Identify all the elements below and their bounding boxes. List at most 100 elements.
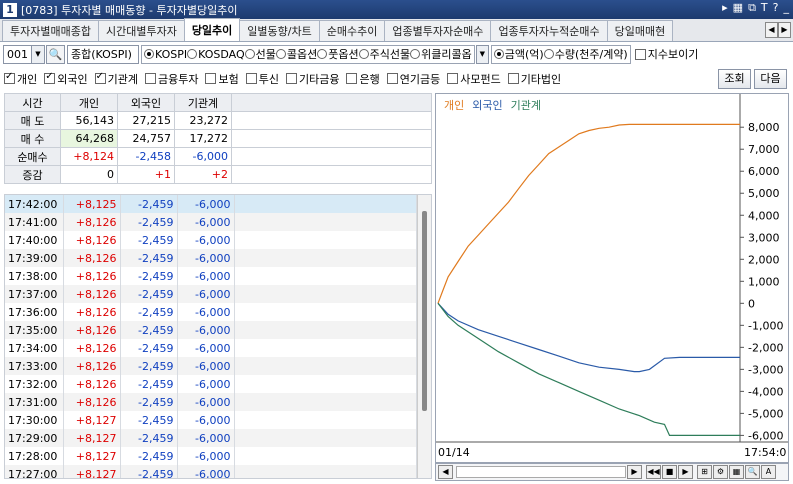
rewind-icon[interactable]: ◀◀ <box>646 465 661 479</box>
tab-1[interactable]: 시간대별투자자 <box>97 20 185 41</box>
investor-checkbox-4[interactable]: 보험 <box>205 71 239 87</box>
radio-dot[interactable] <box>244 49 255 59</box>
stop-icon[interactable]: ■ <box>662 465 677 479</box>
table-row[interactable]: 17:30:00 +8,127 -2,459 -6,000 <box>5 411 417 429</box>
checkbox[interactable] <box>285 73 297 84</box>
radio-radios1-6[interactable]: 위클리콜옵 <box>410 46 472 62</box>
checkbox[interactable] <box>245 73 257 84</box>
radio-dot[interactable] <box>493 49 504 59</box>
table-row[interactable]: 17:41:00 +8,126 -2,459 -6,000 <box>5 213 417 231</box>
table-row[interactable]: 17:37:00 +8,126 -2,459 -6,000 <box>5 285 417 303</box>
radio-dot[interactable] <box>410 49 421 59</box>
checkbox[interactable] <box>346 73 358 84</box>
investor-checkbox-7[interactable]: 은행 <box>346 71 380 87</box>
code-combo[interactable]: 001 ▼ <box>3 44 45 64</box>
tab-prev-icon[interactable]: ◀ <box>765 22 778 38</box>
table-row[interactable]: 17:36:00 +8,126 -2,459 -6,000 <box>5 303 417 321</box>
chevron-down-icon[interactable]: ▼ <box>476 45 488 63</box>
chart-scroll-right[interactable]: ▶ <box>627 465 642 479</box>
tab-4[interactable]: 순매수추이 <box>318 20 386 41</box>
radio-dot[interactable] <box>275 49 286 59</box>
copy-icon[interactable]: ⧉ <box>748 1 756 15</box>
investor-checkbox-8[interactable]: 연기금등 <box>386 71 440 87</box>
table-row[interactable]: 17:35:00 +8,126 -2,459 -6,000 <box>5 321 417 339</box>
search-icon[interactable]: 🔍 <box>46 44 65 64</box>
radio-dot[interactable] <box>317 49 328 59</box>
chevron-down-icon[interactable]: ▼ <box>31 45 44 63</box>
tab-6[interactable]: 업종투자자누적순매수 <box>490 20 608 41</box>
list-cell: -2,459 <box>120 285 178 303</box>
list-scrollbar[interactable] <box>417 195 431 478</box>
investor-checkbox-2[interactable]: 기관계 <box>94 71 138 87</box>
arrow-icon[interactable]: ▸ <box>722 1 728 15</box>
radio-dot[interactable] <box>187 49 198 59</box>
time-list[interactable]: 17:42:00 +8,125 -2,459 -6,000 17:41:00 +8,126… <box>4 194 432 479</box>
radio-dot[interactable] <box>144 49 154 59</box>
table-row[interactable]: 17:38:00 +8,126 -2,459 -6,000 <box>5 267 417 285</box>
radio-dot[interactable] <box>543 49 554 59</box>
list-cell-empty <box>234 339 417 357</box>
play-icon[interactable]: ▶ <box>678 465 693 479</box>
radio-radios2-0[interactable]: 금액(억) <box>493 46 544 62</box>
tab-0[interactable]: 투자자별매매종합 <box>2 20 99 41</box>
table-row[interactable]: 17:27:00 +8,127 -2,459 -6,000 <box>5 465 417 478</box>
y-tick-label: 4,000 <box>748 209 780 222</box>
scroll-thumb[interactable] <box>422 211 427 411</box>
checkbox[interactable] <box>205 73 217 84</box>
investor-checkbox-0[interactable]: 개인 <box>4 71 37 87</box>
investor-checkbox-9[interactable]: 사모펀드 <box>447 71 501 87</box>
minimize-icon[interactable]: _ <box>784 1 790 15</box>
investor-checkbox-6[interactable]: 기타금융 <box>285 71 339 87</box>
tab-5[interactable]: 업종별투자자순매수 <box>384 20 492 41</box>
investor-checkbox-5[interactable]: 투신 <box>245 71 279 87</box>
tab-2[interactable]: 당일추이 <box>183 18 241 41</box>
checkbox[interactable] <box>44 71 56 84</box>
radio-radios1-5[interactable]: 주식선물 <box>358 46 410 62</box>
radio-radios1-2[interactable]: 선물 <box>244 46 276 62</box>
settings-icon[interactable]: ⚙ <box>713 465 728 479</box>
investor-checkbox-10[interactable]: 기타법인 <box>507 71 561 87</box>
index-toggle[interactable]: 지수보이기 <box>634 46 698 62</box>
investor-checkbox-3[interactable]: 금융투자 <box>145 71 198 87</box>
font-icon[interactable]: A <box>761 465 776 479</box>
table-row[interactable]: 17:28:00 +8,127 -2,459 -6,000 <box>5 447 417 465</box>
checkbox[interactable] <box>447 73 459 84</box>
tab-next-icon[interactable]: ▶ <box>778 22 791 38</box>
radio-radios1-1[interactable]: KOSDAQ <box>187 48 245 61</box>
next-button[interactable]: 다음 <box>754 69 787 89</box>
font-icon[interactable]: T <box>761 1 768 15</box>
table-row[interactable]: 17:42:00 +8,125 -2,459 -6,000 <box>5 195 417 213</box>
checkbox[interactable] <box>507 73 519 84</box>
checkbox[interactable] <box>4 71 15 84</box>
checkbox[interactable] <box>386 73 398 84</box>
table-row[interactable]: 17:29:00 +8,127 -2,459 -6,000 <box>5 429 417 447</box>
table-row[interactable]: 17:40:00 +8,126 -2,459 -6,000 <box>5 231 417 249</box>
table-row[interactable]: 17:31:00 +8,126 -2,459 -6,000 <box>5 393 417 411</box>
radio-dot[interactable] <box>358 49 369 59</box>
table-row[interactable]: 17:34:00 +8,126 -2,459 -6,000 <box>5 339 417 357</box>
tab-7[interactable]: 당일매매현 <box>606 20 674 41</box>
radio-scroll[interactable]: ▼ <box>475 44 489 64</box>
checkbox[interactable] <box>145 73 156 84</box>
radio-radios2-1[interactable]: 수량(천주/계약) <box>543 46 628 62</box>
query-button[interactable]: 조회 <box>718 69 751 89</box>
menu-icon[interactable]: ▦ <box>733 1 743 15</box>
index-checkbox[interactable] <box>634 48 646 60</box>
y-tick-label: 2,000 <box>748 253 780 266</box>
investor-checkbox-1[interactable]: 외국인 <box>44 71 88 87</box>
radio-radios1-4[interactable]: 풋옵션 <box>317 46 359 62</box>
zoom-icon[interactable]: ⊞ <box>697 465 712 479</box>
table-row[interactable]: 17:33:00 +8,126 -2,459 -6,000 <box>5 357 417 375</box>
market-combo[interactable]: 종합(KOSPI) <box>67 44 139 64</box>
help-icon[interactable]: ? <box>773 1 779 15</box>
table-row[interactable]: 17:32:00 +8,126 -2,459 -6,000 <box>5 375 417 393</box>
chart-scrollbar[interactable] <box>456 466 626 478</box>
radio-radios1-0[interactable]: KOSPI <box>144 48 187 61</box>
checkbox[interactable] <box>94 71 106 84</box>
radio-radios1-3[interactable]: 콜옵션 <box>275 46 317 62</box>
chart-scroll-left[interactable]: ◀ <box>438 465 453 479</box>
grid-icon[interactable]: ▦ <box>729 465 744 479</box>
table-row[interactable]: 17:39:00 +8,126 -2,459 -6,000 <box>5 249 417 267</box>
search-icon[interactable]: 🔍 <box>745 465 760 479</box>
tab-3[interactable]: 일별동향/차트 <box>239 20 320 41</box>
